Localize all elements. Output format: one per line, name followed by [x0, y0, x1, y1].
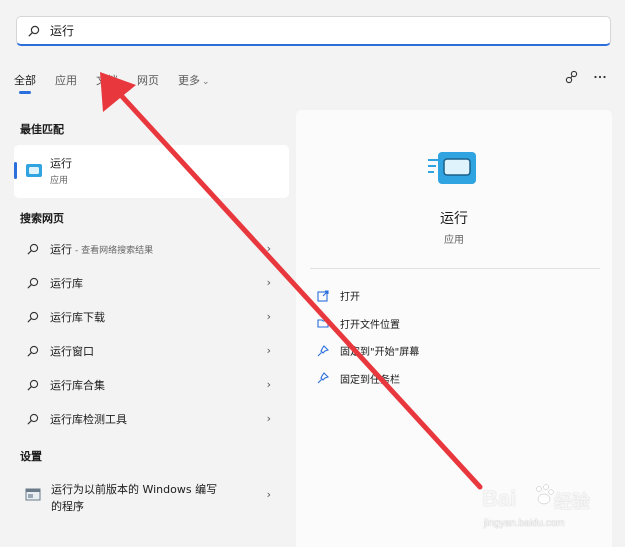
baidu-watermark: Bai 经验 jingyan.baidu.com [482, 484, 590, 529]
best-match-name: 运行 [50, 157, 72, 170]
run-app-icon [25, 163, 43, 182]
folder-icon [316, 316, 330, 330]
tab-apps[interactable]: 应用 [55, 66, 77, 94]
tab-documents[interactable]: 文档 [96, 66, 118, 94]
action-list: 打开 打开文件位置 固定到"开始"屏幕 固定到任务栏 [316, 282, 419, 392]
details-app-name: 运行 [440, 211, 468, 227]
tab-all[interactable]: 全部 [14, 66, 36, 94]
web-result-item[interactable]: 运行库合集 › [14, 368, 289, 402]
chevron-right-icon: › [266, 310, 271, 323]
chevron-down-icon: ⌄ [202, 77, 210, 87]
details-app-type: 应用 [444, 235, 464, 246]
search-icon [27, 311, 41, 323]
settings-item-text: 运行为以前版本的 Windows 编写 的程序 [51, 483, 218, 513]
web-result-text: 运行窗口 [50, 345, 94, 358]
open-file-location-action[interactable]: 打开文件位置 [316, 310, 419, 338]
web-result-text: 运行库合集 [50, 379, 105, 392]
more-icon[interactable] [593, 70, 607, 84]
pin-to-taskbar-action[interactable]: 固定到任务栏 [316, 365, 419, 393]
web-result-text: 运行库下载 [50, 311, 105, 324]
web-result-item[interactable]: 运行库下载 › [14, 300, 289, 334]
chevron-right-icon: › [266, 378, 271, 391]
share-icon[interactable] [565, 70, 579, 84]
tab-more[interactable]: 更多 ⌄ [178, 66, 210, 94]
settings-heading: 设置 [20, 450, 42, 463]
tab-web[interactable]: 网页 [137, 66, 159, 94]
search-icon [28, 24, 42, 38]
selection-indicator [14, 162, 17, 179]
settings-item-compatibility[interactable]: 运行为以前版本的 Windows 编写 的程序 › [14, 475, 289, 519]
web-result-item[interactable]: 运行库 › [14, 266, 289, 300]
web-result-text: 运行库检测工具 [50, 413, 127, 426]
top-icons [565, 70, 607, 84]
web-result-text: 运行 - 查看网络搜索结果 [50, 243, 154, 256]
chevron-right-icon: › [266, 276, 271, 289]
pin-icon [316, 371, 330, 385]
paw-icon [534, 484, 554, 510]
web-result-item[interactable]: 运行 - 查看网络搜索结果 › [14, 232, 289, 266]
best-match-type: 应用 [50, 176, 69, 186]
chevron-right-icon: › [266, 344, 271, 357]
best-match-heading: 最佳匹配 [20, 123, 64, 136]
divider [310, 268, 600, 269]
web-result-text: 运行库 [50, 277, 83, 290]
web-search-list: 运行 - 查看网络搜索结果 › 运行库 › 运行库下载 › 运行窗口 › 运行库合… [14, 232, 289, 436]
search-icon [27, 379, 41, 391]
search-box[interactable] [16, 16, 611, 46]
chevron-right-icon: › [266, 488, 271, 501]
chevron-right-icon: › [266, 412, 271, 425]
pin-icon [316, 344, 330, 358]
filter-tabs: 全部 应用 文档 网页 更多 ⌄ [14, 66, 229, 94]
web-result-item[interactable]: 运行窗口 › [14, 334, 289, 368]
pin-to-start-action[interactable]: 固定到"开始"屏幕 [316, 337, 419, 365]
search-input[interactable] [48, 22, 592, 39]
web-search-heading: 搜索网页 [20, 212, 64, 225]
web-result-item[interactable]: 运行库检测工具 › [14, 402, 289, 436]
search-icon [27, 413, 41, 425]
compatibility-icon [25, 487, 41, 507]
chevron-right-icon: › [266, 242, 271, 255]
search-icon [27, 345, 41, 357]
best-match-item[interactable]: 运行 应用 [14, 145, 289, 198]
open-icon [316, 289, 330, 303]
run-app-icon [428, 148, 480, 194]
search-icon [27, 243, 41, 255]
open-action[interactable]: 打开 [316, 282, 419, 310]
search-icon [27, 277, 41, 289]
